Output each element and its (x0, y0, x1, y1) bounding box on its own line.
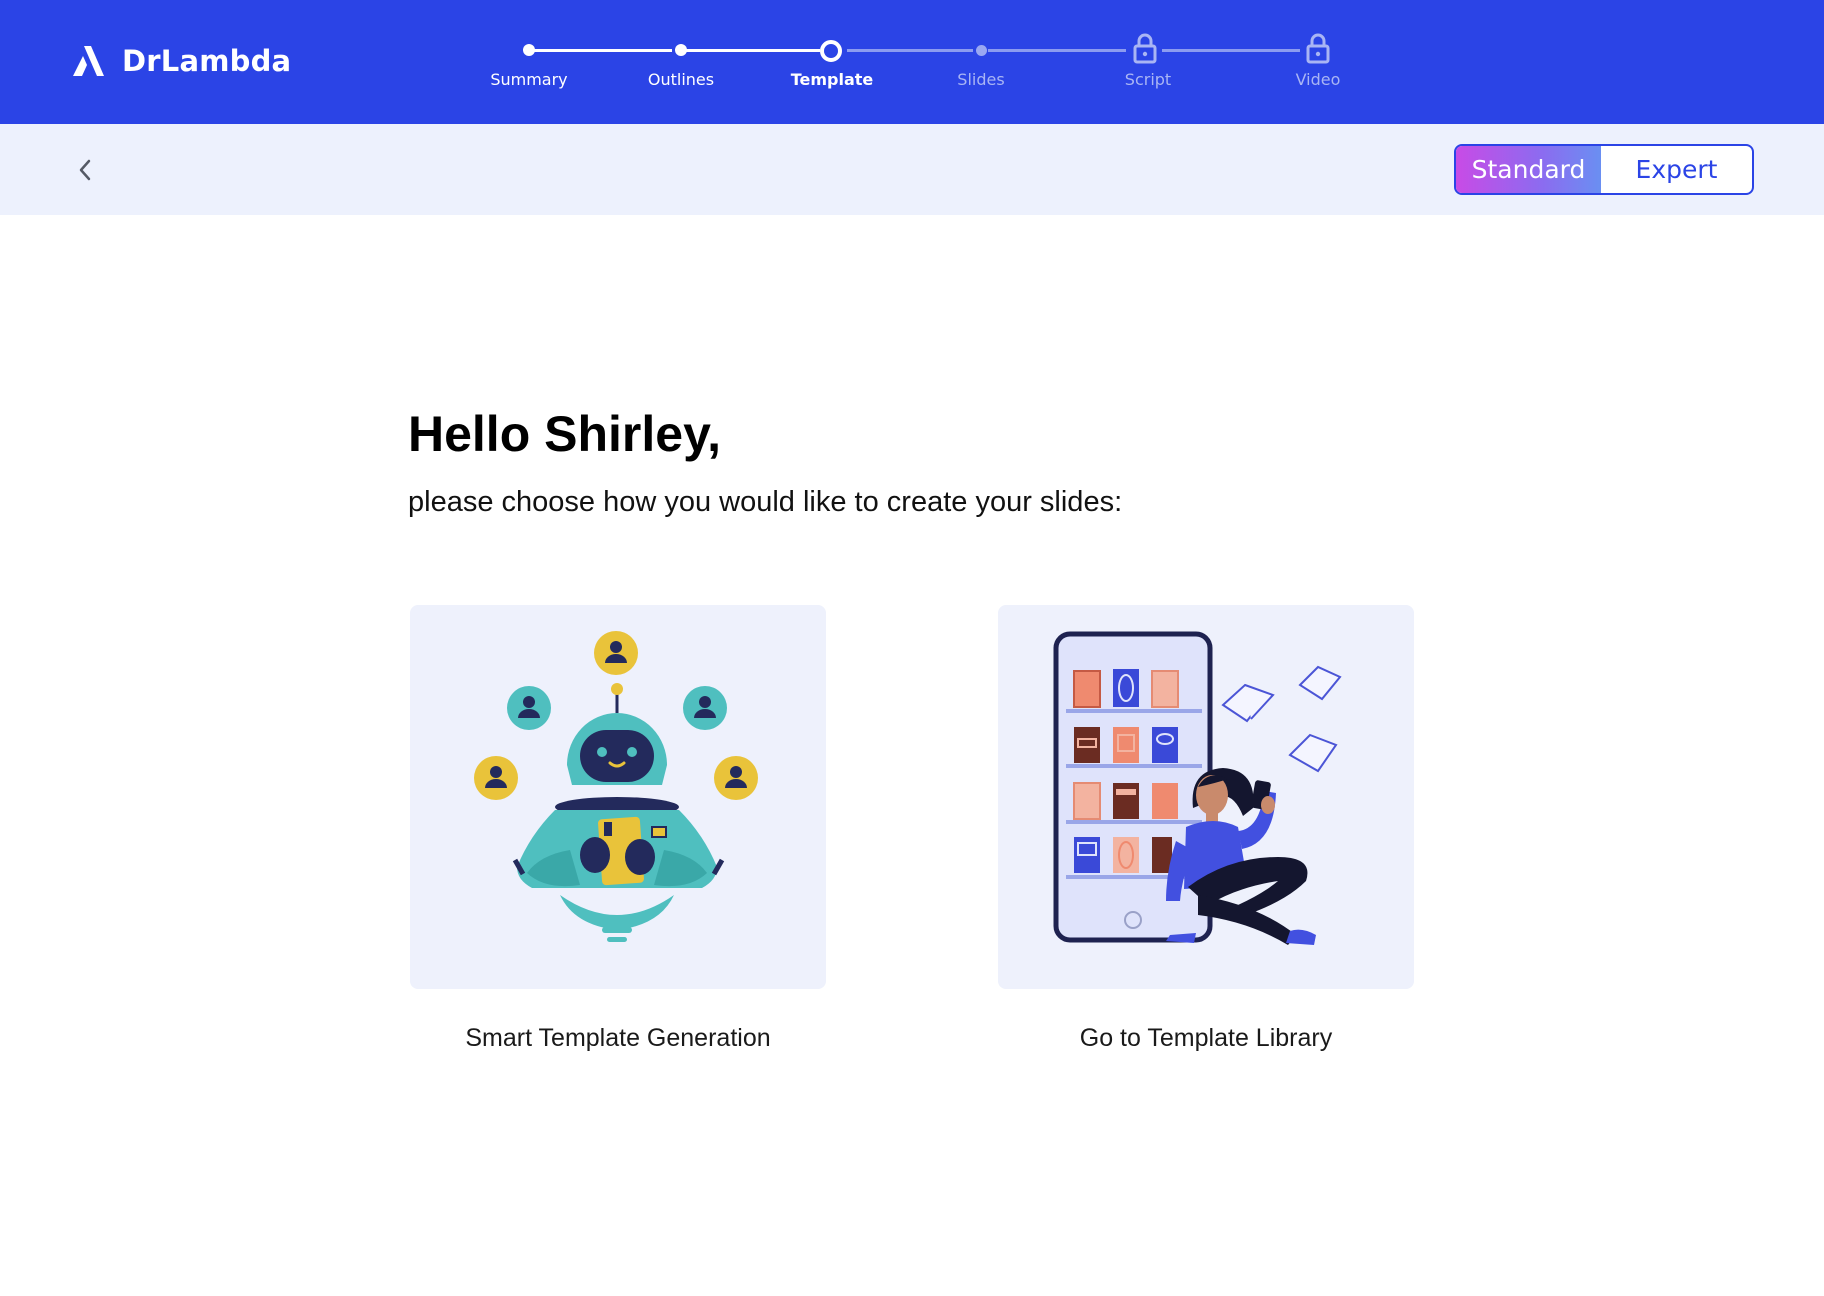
step-label-slides[interactable]: Slides (911, 70, 1051, 89)
step-connector (686, 49, 820, 52)
step-dot-template[interactable] (820, 40, 842, 62)
step-label-outlines[interactable]: Outlines (611, 70, 751, 89)
lock-icon (1133, 33, 1157, 64)
step-dot-outlines[interactable] (675, 44, 687, 56)
step-label-template[interactable]: Template (762, 70, 902, 89)
step-dot-slides[interactable] (976, 45, 987, 56)
template-library-label[interactable]: Go to Template Library (998, 1024, 1414, 1053)
back-button[interactable] (70, 152, 100, 188)
progress-stepper: Summary Outlines Template Slides Script … (0, 0, 1824, 124)
step-connector (534, 49, 672, 52)
user-avatar-icon (594, 631, 638, 675)
top-header: DrLambda Summary Outlines Template Slide… (0, 0, 1824, 124)
bookshelf-reader-illustration (1053, 631, 1342, 945)
mode-standard-button[interactable]: Standard (1456, 146, 1601, 193)
mode-toggle: Standard Expert (1454, 144, 1754, 195)
robot-illustration (474, 631, 758, 942)
chevron-left-icon (79, 159, 91, 181)
step-connector (847, 49, 973, 52)
step-connector (988, 49, 1126, 52)
step-label-summary[interactable]: Summary (459, 70, 599, 89)
instruction-text: please choose how you would like to crea… (408, 486, 1123, 518)
template-library-card[interactable] (998, 605, 1414, 989)
step-dot-summary[interactable] (523, 44, 535, 56)
mode-expert-button[interactable]: Expert (1601, 146, 1752, 193)
step-connector (1162, 49, 1300, 52)
greeting-heading: Hello Shirley, (408, 406, 722, 462)
smart-template-card[interactable] (410, 605, 826, 989)
lock-icon (1306, 33, 1330, 64)
step-label-video: Video (1295, 70, 1341, 89)
smart-template-label[interactable]: Smart Template Generation (410, 1024, 826, 1053)
step-label-script: Script (1124, 70, 1172, 89)
